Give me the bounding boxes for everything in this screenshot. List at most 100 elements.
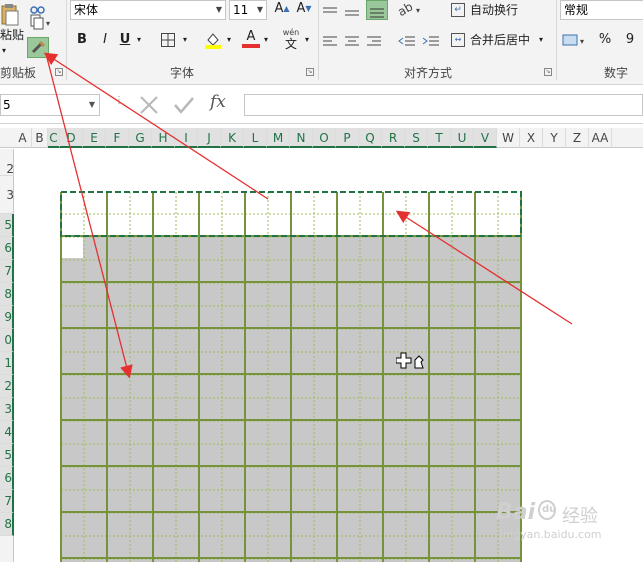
row-header-8[interactable]: 8 [0, 513, 14, 536]
column-header-c[interactable]: C [48, 128, 60, 148]
column-header-z[interactable]: Z [566, 128, 589, 148]
shrink-arrow-icon: ▼ [305, 4, 312, 13]
font-color-dropdown-icon[interactable]: ▾ [261, 31, 271, 49]
column-header-u[interactable]: U [451, 128, 474, 148]
insert-function-button[interactable]: fx [210, 92, 236, 116]
paste-button-label[interactable]: 粘贴 [0, 27, 24, 43]
middle-align-icon[interactable] [344, 4, 360, 16]
merge-center-button[interactable]: ↔ 合并后居中 ▾ [451, 32, 561, 50]
shrink-font-button[interactable]: A▼ [294, 0, 314, 18]
cancel-icon[interactable] [138, 95, 160, 115]
align-left-icon[interactable] [322, 34, 338, 48]
row-header-5[interactable]: 5 [0, 214, 14, 237]
row-header-6[interactable]: 6 [0, 237, 14, 260]
phonetic-dropdown-icon[interactable]: ▾ [302, 31, 312, 49]
column-header-n[interactable]: N [290, 128, 313, 148]
format-painter-icon[interactable] [27, 37, 49, 58]
comma-button[interactable]: 9 [624, 31, 636, 49]
row-header-3[interactable]: 3 [0, 176, 14, 214]
font-launcher-icon[interactable]: ↘ [306, 68, 314, 76]
column-header-w[interactable]: W [497, 128, 520, 148]
fill-color-dropdown-icon[interactable]: ▾ [224, 31, 234, 49]
paste-dropdown-icon[interactable]: ▾ [2, 42, 6, 60]
column-header-o[interactable]: O [313, 128, 336, 148]
fx-icon: fx [210, 92, 226, 112]
svg-text:▾: ▾ [580, 37, 584, 46]
font-color-button[interactable]: A [242, 30, 260, 50]
column-header-i[interactable]: I [175, 128, 198, 148]
format-painter-cursor-icon [395, 352, 426, 372]
active-cell[interactable] [62, 237, 83, 258]
column-header-l[interactable]: L [244, 128, 267, 148]
clipboard-launcher-icon[interactable]: ↘ [55, 68, 63, 76]
phonetic-button[interactable]: wén 文 [281, 28, 301, 52]
column-header-a[interactable]: A [14, 128, 32, 148]
column-header-b[interactable]: B [32, 128, 48, 148]
font-size-combo[interactable]: 11 ▼ [229, 0, 267, 20]
underline-button[interactable]: U [118, 31, 132, 49]
row-header-3[interactable]: 3 [0, 398, 14, 421]
row-header-7[interactable]: 7 [0, 260, 14, 283]
formula-bar-grip-icon[interactable]: ⋮ [114, 96, 124, 111]
border-dropdown-icon[interactable]: ▾ [180, 31, 190, 49]
column-header-e[interactable]: E [83, 128, 106, 148]
grow-font-button[interactable]: A▲ [272, 0, 292, 18]
column-header-p[interactable]: P [336, 128, 359, 148]
row-header-9[interactable]: 9 [0, 306, 14, 329]
column-header-y[interactable]: Y [543, 128, 566, 148]
column-header-q[interactable]: Q [359, 128, 382, 148]
ribbon-separator [556, 0, 557, 80]
row-header-2[interactable]: 2 [0, 162, 14, 176]
column-header-h[interactable]: H [152, 128, 175, 148]
top-align-icon[interactable] [322, 4, 338, 16]
font-group-label: 字体 [170, 66, 195, 80]
paste-icon[interactable] [0, 2, 20, 26]
row-header-4[interactable]: 4 [0, 421, 14, 444]
align-right-icon[interactable] [366, 34, 382, 48]
column-header-d[interactable]: D [60, 128, 83, 148]
column-header-k[interactable]: K [221, 128, 244, 148]
italic-button[interactable]: I [98, 31, 112, 49]
row-header-1[interactable]: 1 [0, 352, 14, 375]
column-header-r[interactable]: R [382, 128, 405, 148]
increase-indent-icon[interactable] [422, 34, 440, 48]
bottom-align-icon[interactable] [366, 0, 388, 20]
column-header-j[interactable]: J [198, 128, 221, 148]
currency-icon[interactable]: ▾ [562, 32, 588, 50]
border-icon[interactable] [160, 32, 176, 48]
row-header-7[interactable]: 7 [0, 490, 14, 513]
percent-button[interactable]: % [597, 31, 613, 49]
fill-color-icon[interactable] [204, 30, 222, 50]
column-header-s[interactable]: S [405, 128, 428, 148]
name-box[interactable]: 5 ▼ [0, 94, 100, 116]
phonetic-char: 文 [284, 37, 297, 51]
baidu-logo-text: Bai [496, 500, 536, 525]
row-header-5[interactable]: 5 [0, 444, 14, 467]
alignment-group-label: 对齐方式 [404, 66, 453, 80]
cut-icon[interactable] [30, 0, 46, 14]
enter-icon[interactable] [172, 95, 196, 115]
bold-button[interactable]: B [74, 31, 90, 49]
column-header-f[interactable]: F [106, 128, 129, 148]
row-header-0[interactable]: 0 [0, 329, 14, 352]
column-header-aa[interactable]: AA [589, 128, 612, 148]
row-header-8[interactable]: 8 [0, 283, 14, 306]
number-format-combo[interactable]: 常规 [560, 0, 643, 20]
row-header-6[interactable]: 6 [0, 467, 14, 490]
font-name-combo[interactable]: 宋体 ▼ [70, 0, 226, 20]
row-header-2[interactable]: 2 [0, 375, 14, 398]
column-header-m[interactable]: M [267, 128, 290, 148]
formula-input[interactable] [244, 94, 643, 116]
orientation-icon[interactable]: ab ▾ [395, 0, 426, 20]
decrease-indent-icon[interactable] [398, 34, 416, 48]
column-header-g[interactable]: G [129, 128, 152, 148]
alignment-launcher-icon[interactable]: ↘ [544, 68, 552, 76]
column-header-v[interactable]: V [474, 128, 497, 148]
underline-dropdown-icon[interactable]: ▾ [134, 31, 144, 49]
column-header-t[interactable]: T [428, 128, 451, 148]
chevron-down-icon: ▼ [215, 5, 222, 14]
align-center-icon[interactable] [344, 34, 360, 48]
wrap-text-button[interactable]: ↵ 自动换行 [451, 2, 551, 20]
copy-icon[interactable]: ▾ [30, 14, 54, 30]
column-header-x[interactable]: X [520, 128, 543, 148]
